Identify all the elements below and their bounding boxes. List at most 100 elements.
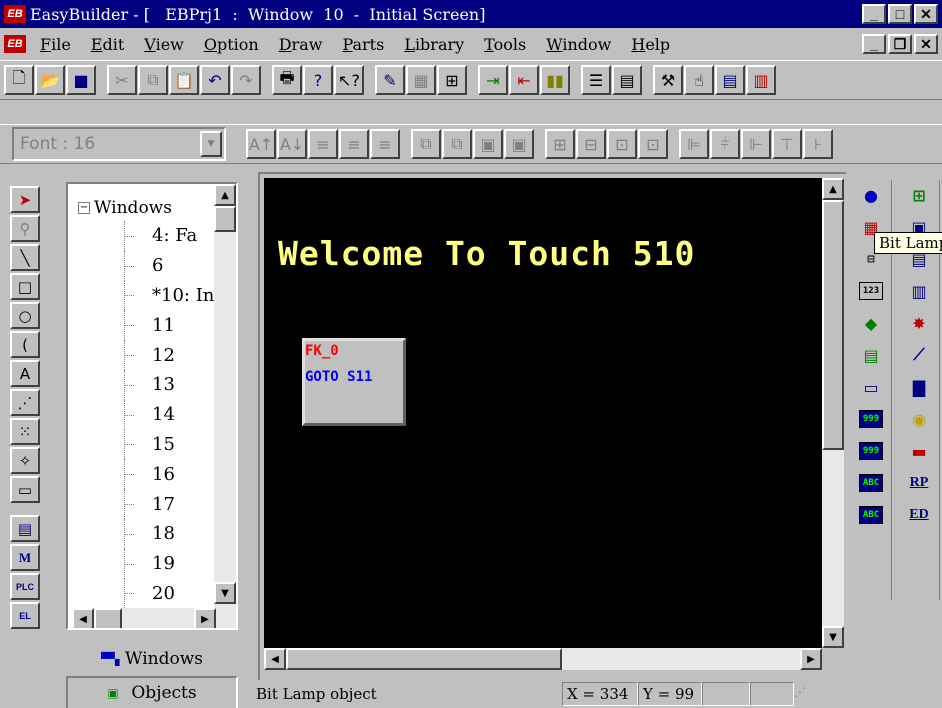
scroll-up-icon[interactable]: ▲: [214, 184, 236, 206]
group-icon[interactable]: ⊞: [545, 129, 575, 159]
select-arrow-icon[interactable]: ➤: [10, 186, 40, 213]
scroll-right-icon[interactable]: ▶: [800, 648, 822, 670]
align-objects-right-icon[interactable]: ⊩: [741, 129, 771, 159]
compile-icon[interactable]: ▤: [715, 65, 745, 95]
dash-pattern-icon[interactable]: ⁙: [10, 418, 40, 445]
open-folder-icon[interactable]: 📂: [35, 65, 65, 95]
send-backward-icon[interactable]: ▣: [504, 129, 534, 159]
keypad-icon[interactable]: ▥: [902, 276, 936, 306]
tab-objects[interactable]: ▣ Objects: [66, 676, 238, 708]
word-switch-icon[interactable]: ⊞: [902, 180, 936, 210]
font-smaller-icon[interactable]: A↓: [277, 129, 307, 159]
numeric-input-icon[interactable]: 999: [854, 404, 888, 434]
set-bit-icon[interactable]: ◆: [854, 308, 888, 338]
scale-tool-icon[interactable]: ⋰: [10, 389, 40, 416]
scroll-down-icon[interactable]: ▼: [822, 626, 844, 648]
menu-option[interactable]: Option: [194, 35, 269, 54]
menu-help[interactable]: Help: [621, 35, 680, 54]
plc-tool-icon[interactable]: PLC: [10, 573, 40, 600]
tree-vertical-scrollbar[interactable]: ▲ ▼: [214, 184, 236, 628]
align-center-icon[interactable]: ≡: [339, 129, 369, 159]
el-tool-icon[interactable]: EL: [10, 602, 40, 629]
align-right-icon[interactable]: ≡: [370, 129, 400, 159]
scroll-thumb[interactable]: [214, 206, 236, 232]
save-disk-icon[interactable]: ■: [66, 65, 96, 95]
tree-horizontal-scrollbar[interactable]: ◀ ▶: [72, 608, 216, 628]
screen-canvas[interactable]: Welcome To Touch 510 FK_0 GOTO S11: [264, 178, 822, 648]
send-back-icon[interactable]: ⧉: [442, 129, 472, 159]
arc-tool-icon[interactable]: (: [10, 331, 40, 358]
tree-item[interactable]: 16: [68, 459, 216, 489]
tree-item-selected[interactable]: *10: In: [68, 280, 216, 311]
doc-restore-icon[interactable]: ❐: [888, 34, 912, 54]
menu-draw[interactable]: Draw: [269, 35, 333, 54]
recipe-icon[interactable]: RP: [902, 468, 936, 498]
print-icon[interactable]: 🖶: [272, 65, 302, 95]
minimize-icon[interactable]: _: [862, 4, 886, 24]
help-icon[interactable]: ?: [303, 65, 333, 95]
hand-icon[interactable]: ☝: [684, 65, 714, 95]
download-icon[interactable]: ⇥: [478, 65, 508, 95]
copy-icon[interactable]: ⧉: [138, 65, 168, 95]
scroll-left-icon[interactable]: ◀: [264, 648, 286, 670]
document-logo-icon[interactable]: EB: [4, 35, 26, 53]
tree-item[interactable]: 12: [68, 340, 216, 370]
doc-close-icon[interactable]: ✕: [914, 34, 938, 54]
numeric-display-icon[interactable]: 999: [854, 436, 888, 466]
new-file-icon[interactable]: 🗋: [4, 65, 34, 95]
bitmap-tool-icon[interactable]: ▤: [10, 515, 40, 542]
trend-chart-icon[interactable]: ⟋: [902, 340, 936, 370]
window-list-icon[interactable]: ☰: [581, 65, 611, 95]
tree-item[interactable]: 18: [68, 518, 216, 549]
rectangle-tool-icon[interactable]: □: [10, 273, 40, 300]
frame-tool-icon[interactable]: ▭: [10, 476, 40, 503]
circle-tool-icon[interactable]: ○: [10, 302, 40, 329]
bring-front-icon[interactable]: ⧉: [411, 129, 441, 159]
cut-icon[interactable]: ✂: [107, 65, 137, 95]
scroll-left-icon[interactable]: ◀: [72, 608, 94, 628]
tree-item[interactable]: 19: [68, 548, 216, 579]
line-tool-icon[interactable]: ╲: [10, 244, 40, 271]
restore-icon[interactable]: □: [888, 4, 912, 24]
object-list-icon[interactable]: ▤: [612, 65, 642, 95]
ascii-input-icon[interactable]: ABC: [854, 468, 888, 498]
text-tool-icon[interactable]: A: [10, 360, 40, 387]
bar-graph-icon[interactable]: ▤: [854, 340, 888, 370]
tree-item[interactable]: 4: Fa: [68, 221, 216, 251]
hammer-icon[interactable]: ⚒: [653, 65, 683, 95]
event-display-icon[interactable]: ED: [902, 500, 936, 530]
tree-item[interactable]: 17: [68, 489, 216, 519]
align-objects-top-icon[interactable]: ⊤: [772, 129, 802, 159]
scroll-thumb[interactable]: [286, 648, 562, 670]
bring-forward-icon[interactable]: ▣: [473, 129, 503, 159]
scroll-down-icon[interactable]: ▼: [214, 582, 236, 604]
m-tool-icon[interactable]: M: [10, 544, 40, 571]
doc-minimize-icon[interactable]: _: [862, 34, 886, 54]
tree-item[interactable]: 20: [68, 578, 216, 609]
function-key-object[interactable]: FK_0 GOTO S11: [302, 338, 406, 426]
align-left-icon[interactable]: ≡: [308, 129, 338, 159]
tab-windows[interactable]: ▀▚ Windows: [66, 644, 238, 674]
upload-icon[interactable]: ⇤: [509, 65, 539, 95]
resize-grip-icon[interactable]: ⋰: [794, 685, 812, 703]
object-select-icon[interactable]: ⚲: [10, 215, 40, 242]
context-help-icon[interactable]: ↖?: [334, 65, 364, 95]
menu-tools[interactable]: Tools: [474, 35, 536, 54]
undo-icon[interactable]: ↶: [200, 65, 230, 95]
tree-item[interactable]: 13: [68, 369, 216, 400]
align-icon[interactable]: ⊞: [437, 65, 467, 95]
meter-icon[interactable]: ◉: [902, 404, 936, 434]
scroll-thumb[interactable]: [822, 200, 844, 450]
ascii-display-icon[interactable]: ABC: [854, 500, 888, 530]
ungroup-icon[interactable]: ⊟: [576, 129, 606, 159]
menu-library[interactable]: Library: [394, 35, 474, 54]
bit-lamp-icon[interactable]: ●: [854, 180, 888, 210]
scroll-up-icon[interactable]: ▲: [822, 178, 844, 200]
make-same-width-icon[interactable]: ⊡: [607, 129, 637, 159]
align-objects-left-icon[interactable]: ⊫: [679, 129, 709, 159]
menu-window[interactable]: Window: [536, 35, 621, 54]
menu-file[interactable]: File: [30, 35, 81, 54]
multistate-switch-icon[interactable]: 123: [854, 276, 888, 306]
grid-icon[interactable]: ▦: [406, 65, 436, 95]
tree-item[interactable]: 15: [68, 429, 216, 460]
